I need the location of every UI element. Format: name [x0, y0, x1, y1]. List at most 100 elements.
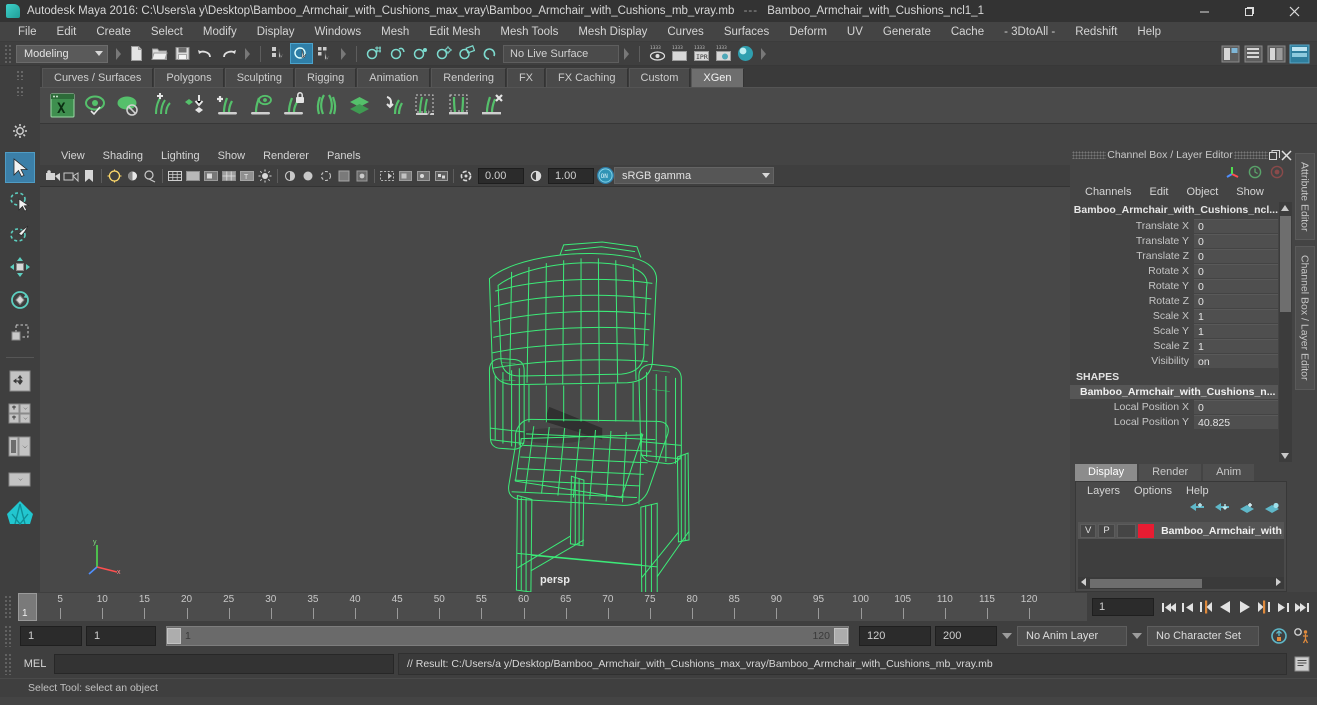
layer-list[interactable]: V P Bamboo_Armchair_with_: [1078, 522, 1284, 577]
channel-label[interactable]: Translate X: [1070, 220, 1194, 232]
panel-grip-left[interactable]: [1072, 151, 1106, 159]
maya-bonus-icon[interactable]: [5, 497, 35, 528]
go-to-end-icon[interactable]: [1292, 597, 1311, 617]
xgen-clump-icon[interactable]: [376, 89, 409, 122]
close-panel-icon[interactable]: [1280, 149, 1292, 161]
show-channel-box-icon[interactable]: [1288, 43, 1311, 64]
menu-item-curves[interactable]: Curves: [657, 22, 713, 42]
menu-item-3dtoall[interactable]: - 3DtoAll -: [994, 22, 1065, 42]
channel-label[interactable]: Rotate Y: [1070, 280, 1194, 292]
xray-icon[interactable]: [396, 167, 414, 185]
xray-joints-icon[interactable]: [414, 167, 432, 185]
menu-item-mesh-tools[interactable]: Mesh Tools: [490, 22, 568, 42]
xgen-preview-icon[interactable]: [79, 89, 112, 122]
range-start-handle[interactable]: [167, 628, 181, 644]
minimize-button[interactable]: [1182, 0, 1227, 22]
channel-value[interactable]: 1: [1194, 338, 1278, 353]
menu-item-display[interactable]: Display: [247, 22, 305, 42]
character-set-dropdown-icon[interactable]: [1131, 627, 1143, 645]
snap-grid-icon[interactable]: [363, 43, 386, 64]
menu-item-file[interactable]: File: [8, 22, 47, 42]
layer-display-type-toggle[interactable]: [1116, 523, 1136, 538]
timeline-grip[interactable]: [4, 595, 12, 619]
maximize-button[interactable]: [1227, 0, 1272, 22]
command-line-grip[interactable]: [4, 653, 12, 675]
go-to-start-icon[interactable]: [1159, 597, 1178, 617]
two-sided-lighting-icon[interactable]: [123, 167, 141, 185]
xgen-add-guide-icon[interactable]: [211, 89, 244, 122]
menu-item-generate[interactable]: Generate: [873, 22, 941, 42]
move-axis-icon[interactable]: [1224, 165, 1240, 182]
layer-menu-layers[interactable]: Layers: [1080, 482, 1127, 500]
auto-keyframe-icon[interactable]: [1269, 626, 1288, 646]
layer-name[interactable]: Bamboo_Armchair_with_: [1156, 525, 1282, 537]
xgen-select-guides-icon[interactable]: [409, 89, 442, 122]
show-modeling-toolkit-icon[interactable]: [1219, 43, 1242, 64]
xgen-lock-guide-icon[interactable]: [277, 89, 310, 122]
anim-layer-dropdown-icon[interactable]: [1001, 627, 1013, 645]
channel-label[interactable]: Local Position Y: [1070, 416, 1194, 428]
save-scene-icon[interactable]: [171, 43, 194, 64]
exposure-field[interactable]: 0.00: [478, 167, 524, 184]
new-scene-icon[interactable]: [125, 43, 148, 64]
channel-value[interactable]: 0: [1194, 233, 1278, 248]
channel-value[interactable]: on: [1194, 353, 1278, 368]
move-layer-down-icon[interactable]: [1214, 502, 1230, 518]
anim-start-time-field[interactable]: 1: [20, 626, 82, 646]
render-current-frame-icon[interactable]: 1333: [668, 44, 690, 64]
shadow-map-icon[interactable]: [281, 167, 299, 185]
viewport-menu-lighting[interactable]: Lighting: [152, 147, 209, 165]
wireframe-on-shaded-icon[interactable]: [220, 167, 238, 185]
last-tool-used[interactable]: [5, 365, 35, 396]
channel-label[interactable]: Translate Y: [1070, 235, 1194, 247]
channel-label[interactable]: Visibility: [1070, 355, 1194, 367]
channel-label[interactable]: Rotate Z: [1070, 295, 1194, 307]
layer-row[interactable]: V P Bamboo_Armchair_with_: [1078, 522, 1284, 539]
depth-of-field-icon[interactable]: [353, 167, 371, 185]
menu-item-help[interactable]: Help: [1127, 22, 1171, 42]
shelf-grip-2[interactable]: [16, 86, 24, 96]
anim-layer-field[interactable]: No Anim Layer: [1017, 626, 1127, 646]
channel-value[interactable]: 0: [1194, 399, 1278, 414]
channel-label[interactable]: Scale Z: [1070, 340, 1194, 352]
redo-icon[interactable]: [217, 43, 240, 64]
menu-item-mesh[interactable]: Mesh: [371, 22, 419, 42]
scale-tool[interactable]: [5, 317, 35, 348]
hardware-texture-icon[interactable]: T: [238, 167, 256, 185]
channel-value[interactable]: 0: [1194, 218, 1278, 233]
viewport-menu-panels[interactable]: Panels: [318, 147, 370, 165]
persp-layout[interactable]: [5, 464, 35, 495]
xgen-guide-preview-icon[interactable]: [244, 89, 277, 122]
channel-label[interactable]: Translate Z: [1070, 250, 1194, 262]
xgen-layers-icon[interactable]: [343, 89, 376, 122]
command-input[interactable]: [54, 654, 394, 674]
step-back-keyframe-icon[interactable]: [1178, 597, 1197, 617]
xgen-editor-icon[interactable]: X: [46, 89, 79, 122]
move-tool[interactable]: [5, 251, 35, 282]
smooth-shade-all-icon[interactable]: [184, 167, 202, 185]
layer-list-hscrollbar[interactable]: [1078, 577, 1284, 589]
gamma-icon[interactable]: [527, 167, 545, 185]
channel-label[interactable]: Scale X: [1070, 310, 1194, 322]
shelf-tab-custom[interactable]: Custom: [628, 68, 691, 87]
step-forward-keyframe-icon[interactable]: [1273, 597, 1292, 617]
xgen-import-icon[interactable]: [178, 89, 211, 122]
menu-item-create[interactable]: Create: [86, 22, 141, 42]
camera-attributes-icon[interactable]: [62, 167, 80, 185]
step-forward-frame-icon[interactable]: [1254, 597, 1273, 617]
channel-box-scrollbar[interactable]: [1279, 202, 1292, 462]
menu-item-select[interactable]: Select: [141, 22, 193, 42]
ambient-occlusion-icon[interactable]: [299, 167, 317, 185]
viewport-menu-show[interactable]: Show: [209, 147, 255, 165]
channelbox-menu-edit[interactable]: Edit: [1140, 183, 1177, 202]
outliner-persp-layout[interactable]: [5, 431, 35, 462]
layer-tab-display[interactable]: Display: [1075, 464, 1138, 481]
menu-item-surfaces[interactable]: Surfaces: [714, 22, 779, 42]
play-forwards-icon[interactable]: [1235, 597, 1254, 617]
toolbar-arrow-3[interactable]: [339, 46, 347, 62]
shade-selected-icon[interactable]: [202, 167, 220, 185]
command-language-label[interactable]: MEL: [16, 658, 54, 670]
shelf-tab-rendering[interactable]: Rendering: [431, 68, 506, 87]
panel-grip-right[interactable]: [1234, 151, 1268, 159]
lasso-select-tool[interactable]: [5, 185, 35, 216]
